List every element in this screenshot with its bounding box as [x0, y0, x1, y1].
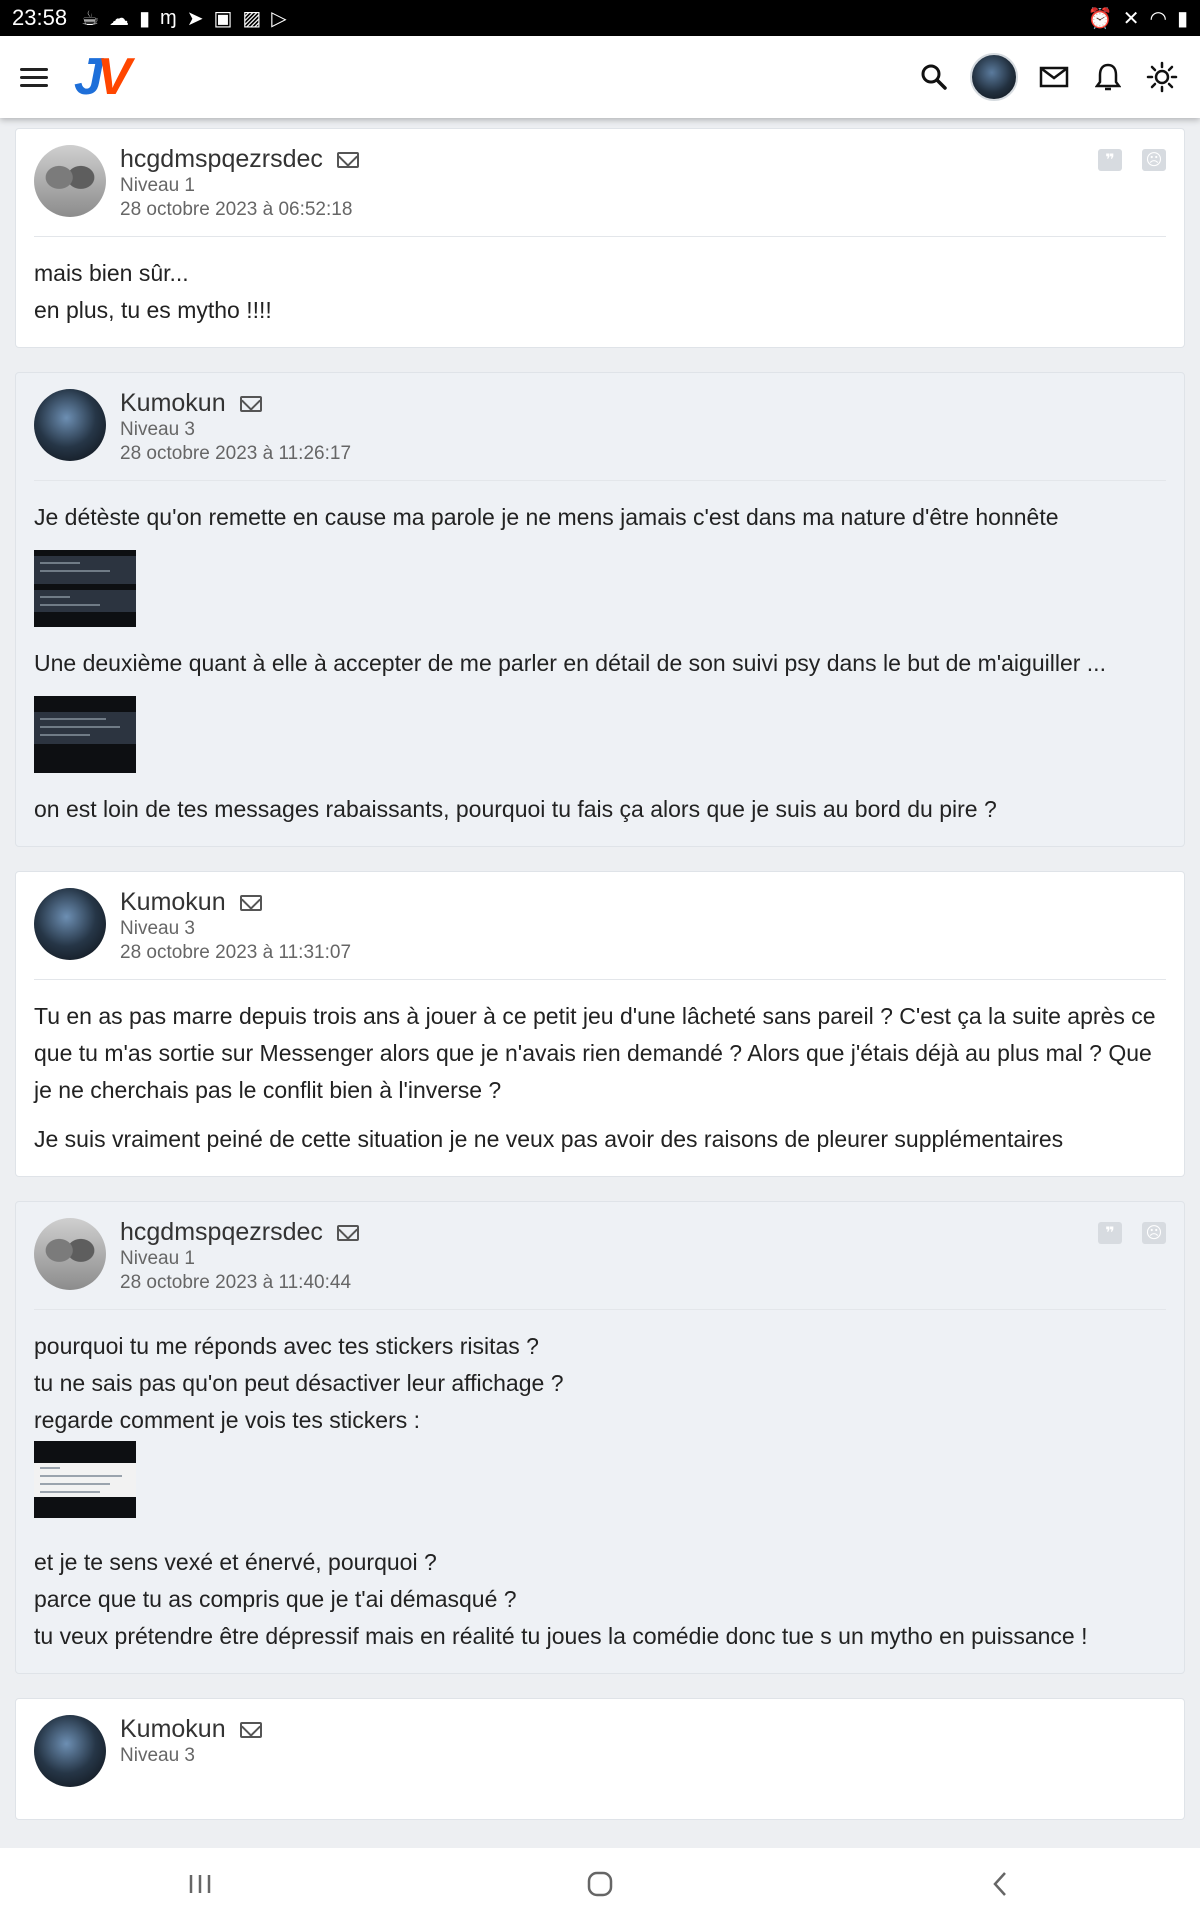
menu-icon[interactable] [20, 59, 56, 95]
gallery-icon: ▨ [242, 7, 262, 30]
notification-icons: ☕ ☁ ▮ ɱ ➤ ▣ ▨ ▷ [81, 6, 287, 31]
author-avatar[interactable] [34, 389, 106, 461]
author-name[interactable]: Kumokun [120, 888, 226, 917]
post-text: mais bien sûr... [34, 260, 189, 286]
quote-icon[interactable]: ❞ [1098, 149, 1122, 171]
post-text: Je détèste qu'on remette en cause ma par… [34, 504, 1059, 530]
screenshot-thumbnail[interactable] [34, 550, 136, 627]
post-body: pourquoi tu me réponds avec tes stickers… [34, 1310, 1166, 1655]
status-time: 23:58 [12, 5, 68, 30]
home-button[interactable] [570, 1859, 630, 1909]
forum-post: hcgdmspqezrsdec Niveau 1 28 octobre 2023… [15, 1201, 1185, 1674]
back-button[interactable] [970, 1859, 1030, 1909]
author-level: Niveau 1 [120, 175, 195, 196]
system-icons: ⏰ ✕ ◠ ▮ [1088, 6, 1188, 31]
recent-apps-button[interactable] [170, 1859, 230, 1909]
system-navigation-bar [0, 1848, 1200, 1920]
status-bar: 23:58 ☕ ☁ ▮ ɱ ➤ ▣ ▨ ▷ ⏰ ✕ ◠ ▮ [0, 0, 1200, 36]
private-message-icon[interactable] [336, 151, 359, 168]
author-name[interactable]: Kumokun [120, 389, 226, 418]
author-name[interactable]: hcgdmspqezrsdec [120, 145, 323, 174]
wifi-icon: ◠ [1149, 7, 1167, 30]
post-text: tu ne sais pas qu'on peut désactiver leu… [34, 1370, 564, 1396]
author-avatar[interactable] [34, 1715, 106, 1787]
bell-icon[interactable] [1090, 59, 1126, 95]
notification-icon: ɱ [160, 6, 177, 29]
post-text: parce que tu as compris que je t'ai déma… [34, 1586, 517, 1612]
author-name[interactable]: hcgdmspqezrsdec [120, 1218, 323, 1247]
report-icon[interactable]: ☹ [1142, 1222, 1166, 1244]
author-level: Niveau 1 [120, 1248, 195, 1269]
author-avatar[interactable] [34, 1218, 106, 1290]
message-list: hcgdmspqezrsdec Niveau 1 28 octobre 2023… [15, 128, 1185, 1844]
battery-icon: ▮ [1176, 7, 1188, 30]
author-level: Niveau 3 [120, 918, 195, 939]
forum-post: Kumokun Niveau 3 28 octobre 2023 à 11:26… [15, 372, 1185, 847]
post-text: et je te sens vexé et énervé, pourquoi ? [34, 1549, 437, 1575]
private-message-icon[interactable] [239, 894, 262, 911]
author-avatar[interactable] [34, 145, 106, 217]
post-date[interactable]: 28 octobre 2023 à 11:40:44 [120, 1271, 359, 1295]
post-body: mais bien sûr... en plus, tu es mytho !!… [34, 237, 1166, 329]
telegram-icon: ➤ [186, 7, 204, 30]
notification-icon: ☁ [109, 7, 129, 30]
user-avatar[interactable] [970, 53, 1018, 101]
screenshot-thumbnail[interactable] [34, 1441, 136, 1518]
notification-icon: ▮ [139, 7, 151, 30]
private-message-icon[interactable] [239, 1721, 262, 1738]
play-store-icon: ▷ [271, 7, 287, 30]
author-level: Niveau 3 [120, 419, 195, 440]
post-text: Tu en as pas marre depuis trois ans à jo… [34, 1003, 1156, 1103]
mail-icon[interactable] [1036, 59, 1072, 95]
post-date[interactable]: 28 octobre 2023 à 06:52:18 [120, 198, 359, 222]
post-text: en plus, tu es mytho !!!! [34, 297, 272, 323]
author-avatar[interactable] [34, 888, 106, 960]
forum-post: hcgdmspqezrsdec Niveau 1 28 octobre 2023… [15, 128, 1185, 348]
post-text: tu veux prétendre être dépressif mais en… [34, 1623, 1088, 1649]
app-header: JV [0, 36, 1200, 118]
forum-post: Kumokun Niveau 3 [15, 1698, 1185, 1820]
private-message-icon[interactable] [239, 395, 262, 412]
post-text: Une deuxième quant à elle à accepter de … [34, 650, 1106, 676]
jv-logo[interactable]: JV [74, 47, 132, 107]
post-date[interactable]: 28 octobre 2023 à 11:26:17 [120, 442, 351, 466]
post-text: Je suis vraiment peiné de cette situatio… [34, 1126, 1064, 1152]
mute-icon: ✕ [1122, 7, 1140, 30]
private-message-icon[interactable] [336, 1224, 359, 1241]
post-body: Je détèste qu'on remette en cause ma par… [34, 481, 1166, 828]
screenshot-thumbnail[interactable] [34, 696, 136, 773]
report-icon[interactable]: ☹ [1142, 149, 1166, 171]
post-body: Tu en as pas marre depuis trois ans à jo… [34, 980, 1166, 1158]
alarm-icon: ⏰ [1087, 7, 1113, 30]
post-text: pourquoi tu me réponds avec tes stickers… [34, 1333, 539, 1359]
notification-icon: ▣ [213, 7, 233, 30]
search-icon[interactable] [916, 59, 952, 95]
theme-sun-icon[interactable] [1144, 59, 1180, 95]
notification-icon: ☕ [81, 7, 99, 30]
author-name[interactable]: Kumokun [120, 1715, 226, 1744]
quote-icon[interactable]: ❞ [1098, 1222, 1122, 1244]
post-text: on est loin de tes messages rabaissants,… [34, 796, 997, 822]
post-text: regarde comment je vois tes stickers : [34, 1407, 421, 1433]
forum-post: Kumokun Niveau 3 28 octobre 2023 à 11:31… [15, 871, 1185, 1177]
post-date[interactable]: 28 octobre 2023 à 11:31:07 [120, 941, 351, 965]
author-level: Niveau 3 [120, 1745, 195, 1766]
